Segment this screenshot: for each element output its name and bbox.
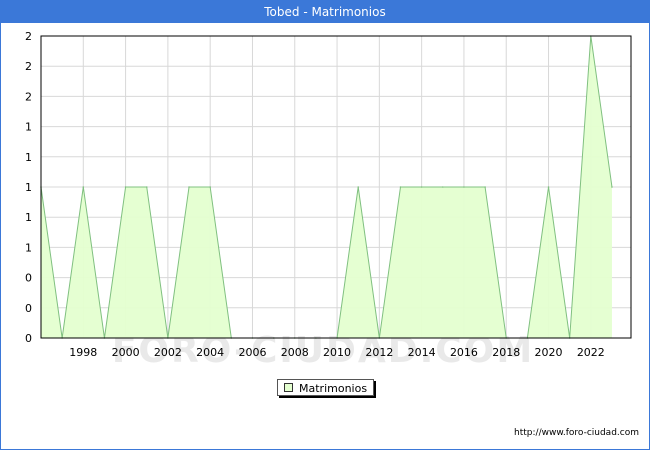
data-point <box>463 186 465 188</box>
x-tick-label: 2002 <box>154 346 182 359</box>
x-tick-label: 2018 <box>492 346 520 359</box>
x-tick-label: 2016 <box>450 346 478 359</box>
x-tick-label: 2008 <box>281 346 309 359</box>
y-tick-label: 1 <box>25 151 32 164</box>
data-point <box>357 186 360 188</box>
data-point <box>124 186 127 188</box>
data-point <box>399 186 402 188</box>
x-tick-label: 2022 <box>577 346 605 359</box>
y-tick-label: 2 <box>25 30 32 43</box>
data-point <box>611 186 613 188</box>
y-tick-labels: 0 0 0 1 1 1 1 1 2 2 2 <box>25 30 32 345</box>
x-tick-label: 2000 <box>112 346 140 359</box>
x-tick-label: 2006 <box>238 346 266 359</box>
x-tick-label: 2012 <box>365 346 393 359</box>
y-tick-label: 1 <box>25 181 32 194</box>
source-link[interactable]: http://www.foro-ciudad.com <box>514 428 639 438</box>
legend-label: Matrimonios <box>299 382 368 395</box>
y-tick-label: 1 <box>25 211 32 224</box>
chart-frame: Tobed - Matrimonios FORO-CIUDAD.COM 0001… <box>0 0 650 450</box>
y-tick-label: 0 <box>25 332 32 345</box>
y-tick-label: 1 <box>25 241 32 254</box>
y-tick-label: 1 <box>25 121 32 134</box>
data-point <box>82 186 85 188</box>
y-tick-label: 0 <box>25 272 32 285</box>
y-tick-label: 2 <box>25 90 32 103</box>
data-point <box>209 186 211 188</box>
data-point <box>145 186 148 188</box>
legend: Matrimonios <box>277 379 374 396</box>
data-point <box>420 186 423 188</box>
data-point <box>188 186 190 188</box>
x-tick-label: 2014 <box>408 346 436 359</box>
x-tick-label: 1998 <box>69 346 97 359</box>
y-tick-label: 0 <box>25 302 32 315</box>
legend-swatch <box>284 383 293 392</box>
x-tick-label: 2020 <box>535 346 563 359</box>
data-point <box>484 186 486 188</box>
x-tick-label: 2004 <box>196 346 224 359</box>
y-tick-label: 2 <box>25 60 32 73</box>
data-point <box>441 186 444 188</box>
x-tick-label: 2010 <box>323 346 351 359</box>
data-point <box>547 186 550 188</box>
